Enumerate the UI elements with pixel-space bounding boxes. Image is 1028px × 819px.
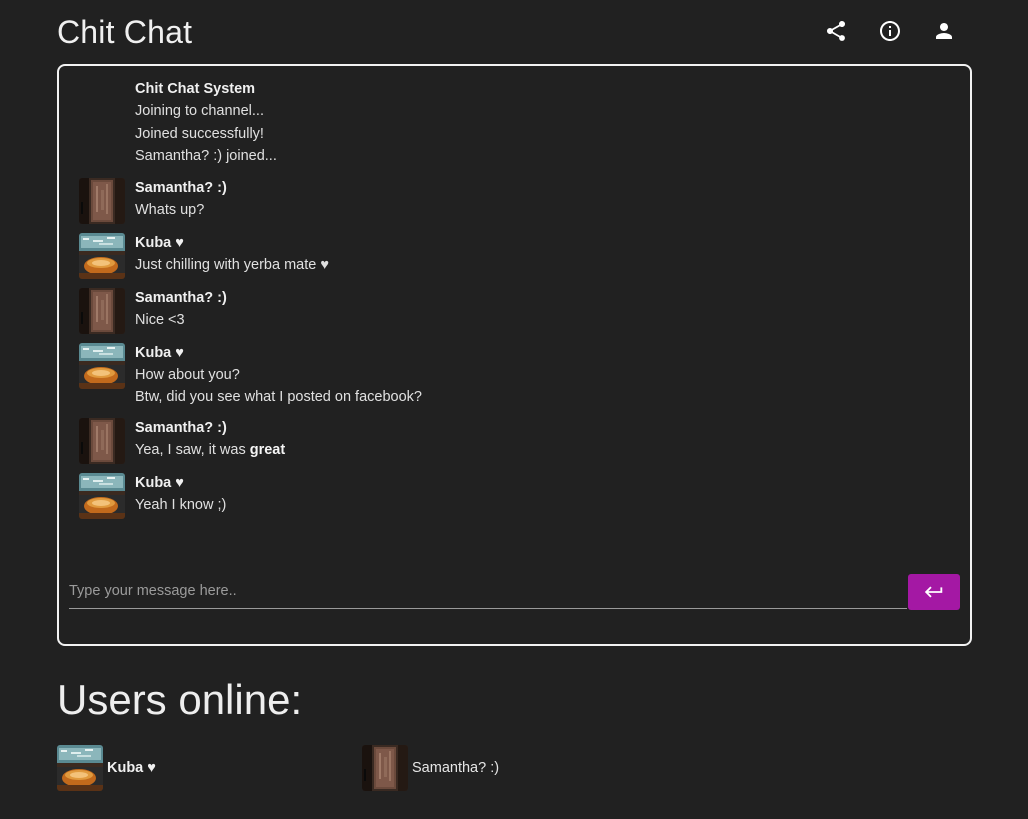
info-icon[interactable]: [878, 19, 902, 43]
user-name: Kuba ♥: [107, 760, 156, 776]
message-group: Kuba ♥ Yeah I know ;): [79, 472, 950, 519]
message-group: Kuba ♥ Just chilling with yerba mate ♥: [79, 232, 950, 279]
enter-icon: [924, 586, 943, 598]
system-message-line: Joined successfully!: [135, 125, 264, 142]
header-toolbar: [824, 19, 956, 43]
message-group: Samantha? :) Yea, I saw, it was great: [79, 417, 950, 464]
system-message-line: Joining to channel...: [135, 103, 264, 119]
user-name: Samantha? :): [412, 760, 500, 776]
avatar: [362, 745, 408, 791]
message-author: Chit Chat System: [135, 81, 256, 97]
message-author: Kuba ♥: [135, 474, 184, 491]
message-text: How about you?: [135, 366, 240, 383]
message-group: Kuba ♥ How about you? Btw, did you see w…: [79, 342, 950, 409]
message-text: Nice <3: [135, 311, 185, 328]
account-icon[interactable]: [932, 19, 956, 43]
message-author: Samantha? :): [135, 179, 227, 196]
message-group: Samantha? :) Nice <3: [79, 287, 950, 334]
message-author: Kuba ♥: [135, 234, 184, 251]
message-text: Yeah I know ;): [135, 496, 227, 513]
user-item-samantha[interactable]: Samantha? :): [362, 745, 499, 791]
avatar[interactable]: [79, 178, 125, 224]
message-composer: [69, 574, 960, 611]
app-title: Chit Chat: [57, 14, 193, 50]
message-group-system: Chit Chat System Joining to channel... J…: [79, 78, 950, 168]
avatar[interactable]: [79, 473, 125, 519]
send-button[interactable]: [908, 574, 960, 610]
message-text-plain: Yea, I saw, it was: [135, 441, 250, 458]
system-message-line: Samantha? :) joined...: [135, 148, 277, 164]
message-text: Btw, did you see what I posted on facebo…: [135, 389, 422, 405]
chat-window: Chit Chat System Joining to channel... J…: [57, 64, 972, 646]
avatar[interactable]: [79, 288, 125, 334]
message-text: Yea, I saw, it was great: [135, 439, 285, 462]
avatar-placeholder: [79, 79, 125, 125]
users-online-title: Users online:: [57, 676, 303, 723]
avatar: [57, 745, 103, 791]
message-author: Samantha? :): [135, 289, 227, 306]
message-list: Chit Chat System Joining to channel... J…: [79, 78, 950, 527]
user-item-kuba[interactable]: Kuba ♥: [57, 745, 156, 791]
avatar[interactable]: [79, 343, 125, 389]
message-input[interactable]: [69, 574, 907, 609]
message-text-bold: great: [249, 441, 286, 458]
users-online-list: Kuba ♥ Samantha? :): [57, 745, 757, 793]
share-icon[interactable]: [824, 19, 848, 43]
avatar[interactable]: [79, 418, 125, 464]
message-text: Just chilling with yerba mate ♥: [135, 256, 329, 273]
avatar[interactable]: [79, 233, 125, 279]
message-group: Samantha? :) Whats up?: [79, 177, 950, 224]
message-author: Samantha? :): [135, 419, 227, 436]
message-author: Kuba ♥: [135, 344, 184, 361]
message-text: Whats up?: [135, 201, 205, 218]
